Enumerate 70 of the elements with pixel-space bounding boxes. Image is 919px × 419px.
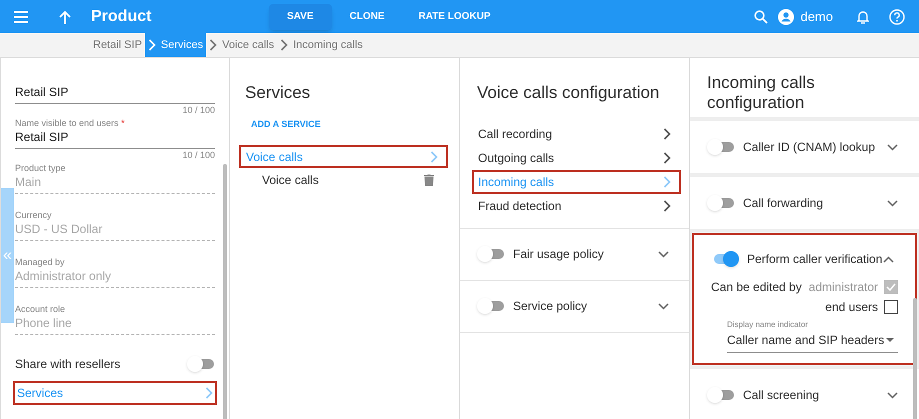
- field-label: Managed by: [15, 256, 66, 268]
- config-link[interactable]: Fraud detection: [472, 194, 681, 218]
- chevron-right-icon: [205, 387, 213, 399]
- config-link[interactable]: Outgoing calls: [472, 146, 681, 170]
- setting-label: Share with resellers: [15, 356, 120, 373]
- readonly-field: Administrator only: [15, 268, 215, 288]
- trash-icon[interactable]: [424, 174, 434, 186]
- chevron-right-icon: [209, 39, 218, 51]
- input-field[interactable]: Retail SIP: [15, 84, 215, 104]
- user-avatar-icon[interactable]: [778, 8, 794, 24]
- toggle-switch[interactable]: [707, 139, 735, 155]
- bell-icon[interactable]: [857, 10, 869, 24]
- section-title[interactable]: Caller ID (CNAM) lookup: [743, 138, 876, 156]
- toggle-switch[interactable]: [477, 298, 505, 314]
- field-label: Currency: [15, 209, 53, 221]
- toggle-switch[interactable]: [707, 387, 735, 403]
- section-title[interactable]: Fair usage policy: [513, 245, 604, 263]
- field-label: Can be edited by: [711, 279, 802, 296]
- scrollbar[interactable]: [223, 164, 227, 419]
- dropdown-arrow-icon: [886, 338, 894, 342]
- scrollbar[interactable]: [913, 298, 917, 419]
- field-label: Account role: [15, 303, 66, 315]
- chevron-right-icon: [663, 176, 671, 188]
- search-icon[interactable]: [754, 10, 768, 24]
- section-title[interactable]: Perform caller verification: [747, 250, 882, 268]
- readonly-field: Main: [15, 174, 215, 194]
- breadcrumb-item[interactable]: Incoming calls: [277, 33, 366, 57]
- chevron-up-icon[interactable]: [883, 256, 894, 262]
- panel-title: Voice calls configuration: [477, 82, 660, 104]
- field-label: Name visible to end users *: [15, 117, 126, 129]
- chevron-right-icon: [430, 150, 438, 162]
- select-value: Caller name and SIP headers: [727, 332, 884, 349]
- chevron-down-icon[interactable]: [658, 302, 669, 310]
- chevron-right-icon: [663, 152, 671, 164]
- menu-icon[interactable]: [14, 10, 28, 22]
- toolbar-button[interactable]: SAVE: [269, 4, 332, 30]
- character-counter: 10 / 100: [182, 149, 215, 161]
- readonly-field: USD - US Dollar: [15, 221, 215, 241]
- breadcrumb-item[interactable]: Voice calls: [206, 33, 278, 57]
- chevron-down-icon[interactable]: [658, 250, 669, 258]
- section-title[interactable]: Service policy: [513, 297, 588, 315]
- help-icon[interactable]: [889, 8, 905, 24]
- chevron-down-icon[interactable]: [887, 144, 898, 150]
- readonly-field: Phone line: [15, 315, 215, 335]
- chevron-right-icon: [663, 200, 671, 212]
- up-arrow-icon[interactable]: [59, 10, 71, 24]
- input-field[interactable]: Retail SIP: [15, 129, 215, 149]
- chevron-right-icon: [280, 39, 288, 51]
- chevron-down-icon[interactable]: [887, 392, 898, 398]
- checkbox-label: end users: [825, 299, 878, 316]
- toggle-switch[interactable]: [707, 195, 735, 211]
- section-title[interactable]: Call forwarding: [743, 194, 824, 212]
- page-title: Product: [91, 6, 152, 26]
- character-counter: 10 / 100: [182, 104, 215, 116]
- panel-title: Services: [245, 82, 310, 104]
- checkbox-label: administrator: [808, 279, 878, 296]
- chevron-down-icon[interactable]: [887, 200, 898, 206]
- select-field[interactable]: Display name indicator Caller name and SIP headers: [727, 319, 898, 353]
- service-subitem[interactable]: Voice calls: [262, 171, 319, 189]
- section-title[interactable]: Call screening: [743, 386, 820, 404]
- field-label: Display name indicator: [727, 319, 809, 331]
- field-label: Product type: [15, 162, 67, 174]
- panel-title: Incoming calls configuration: [707, 73, 816, 113]
- toggle-switch[interactable]: [477, 246, 505, 262]
- chevron-right-icon: [148, 39, 156, 51]
- config-link[interactable]: Call recording: [472, 122, 681, 146]
- chevron-right-icon: [663, 128, 671, 140]
- breadcrumb-item[interactable]: Retail SIP: [90, 33, 145, 57]
- toggle-switch[interactable]: [187, 356, 215, 372]
- checkbox[interactable]: [884, 300, 898, 314]
